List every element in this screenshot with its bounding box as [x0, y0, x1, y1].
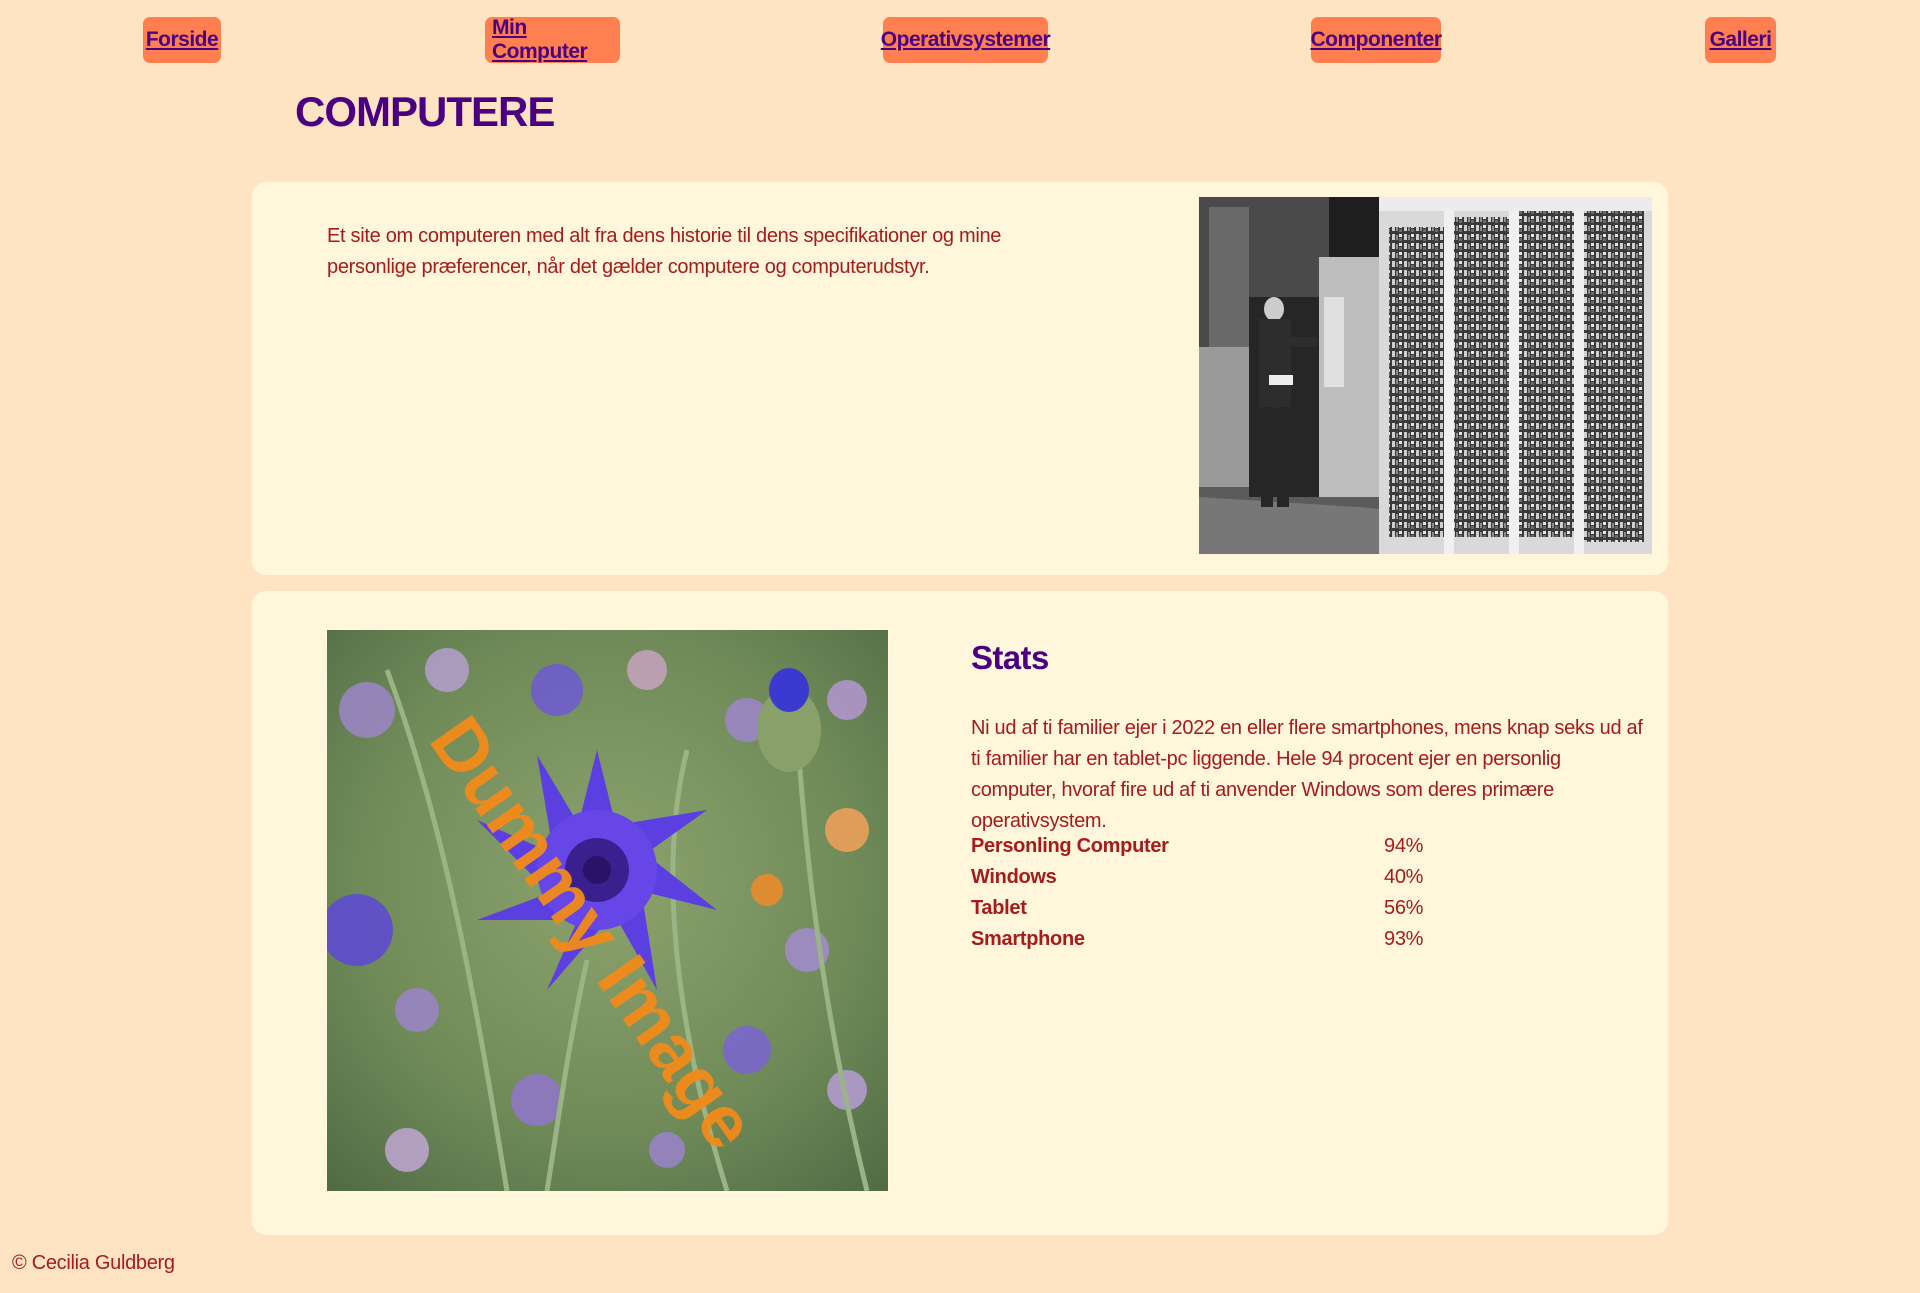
- stats-text: Ni ud af ti familier ejer i 2022 en elle…: [971, 717, 1643, 832]
- stat-value: 93%: [1384, 928, 1424, 950]
- cornflower-photo: Dummy Image: [327, 630, 888, 1191]
- stat-label: Personling Computer: [971, 835, 1169, 857]
- stats-card: Dummy Image Stats Ni ud af ti familier e…: [252, 591, 1668, 1235]
- stat-label: Smartphone: [971, 928, 1085, 950]
- stat-value: 40%: [1384, 866, 1424, 888]
- table-row: Personling Computer 94%: [971, 831, 1423, 862]
- intro-card: Et site om computeren med alt fra dens h…: [252, 182, 1668, 575]
- nav-link-galleri[interactable]: Galleri: [1705, 17, 1776, 63]
- page-title: COMPUTERE: [295, 88, 555, 135]
- stats-table: Personling Computer 94% Windows 40% Tabl…: [971, 831, 1423, 955]
- table-row: Windows 40%: [971, 862, 1423, 893]
- table-row: Tablet 56%: [971, 893, 1423, 924]
- main-nav: Forside Min Computer Operativsystemer Co…: [0, 16, 1920, 63]
- nav-link-componenter[interactable]: Componenter: [1311, 17, 1442, 63]
- stat-value: 56%: [1384, 897, 1424, 919]
- nav-link-forside[interactable]: Forside: [143, 17, 221, 63]
- stat-label: Tablet: [971, 897, 1027, 919]
- intro-text: Et site om computeren med alt fra dens h…: [327, 225, 1002, 278]
- nav-link-min-computer[interactable]: Min Computer: [485, 16, 620, 63]
- stat-value: 94%: [1384, 835, 1424, 857]
- stat-label: Windows: [971, 866, 1057, 888]
- stats-title: Stats: [971, 639, 1049, 676]
- nav-link-operativsystemer[interactable]: Operativsystemer: [881, 17, 1051, 63]
- table-row: Smartphone 93%: [971, 924, 1423, 955]
- vintage-computer-photo: [1199, 197, 1652, 554]
- footer-copyright: © Cecilia Guldberg: [12, 1252, 175, 1274]
